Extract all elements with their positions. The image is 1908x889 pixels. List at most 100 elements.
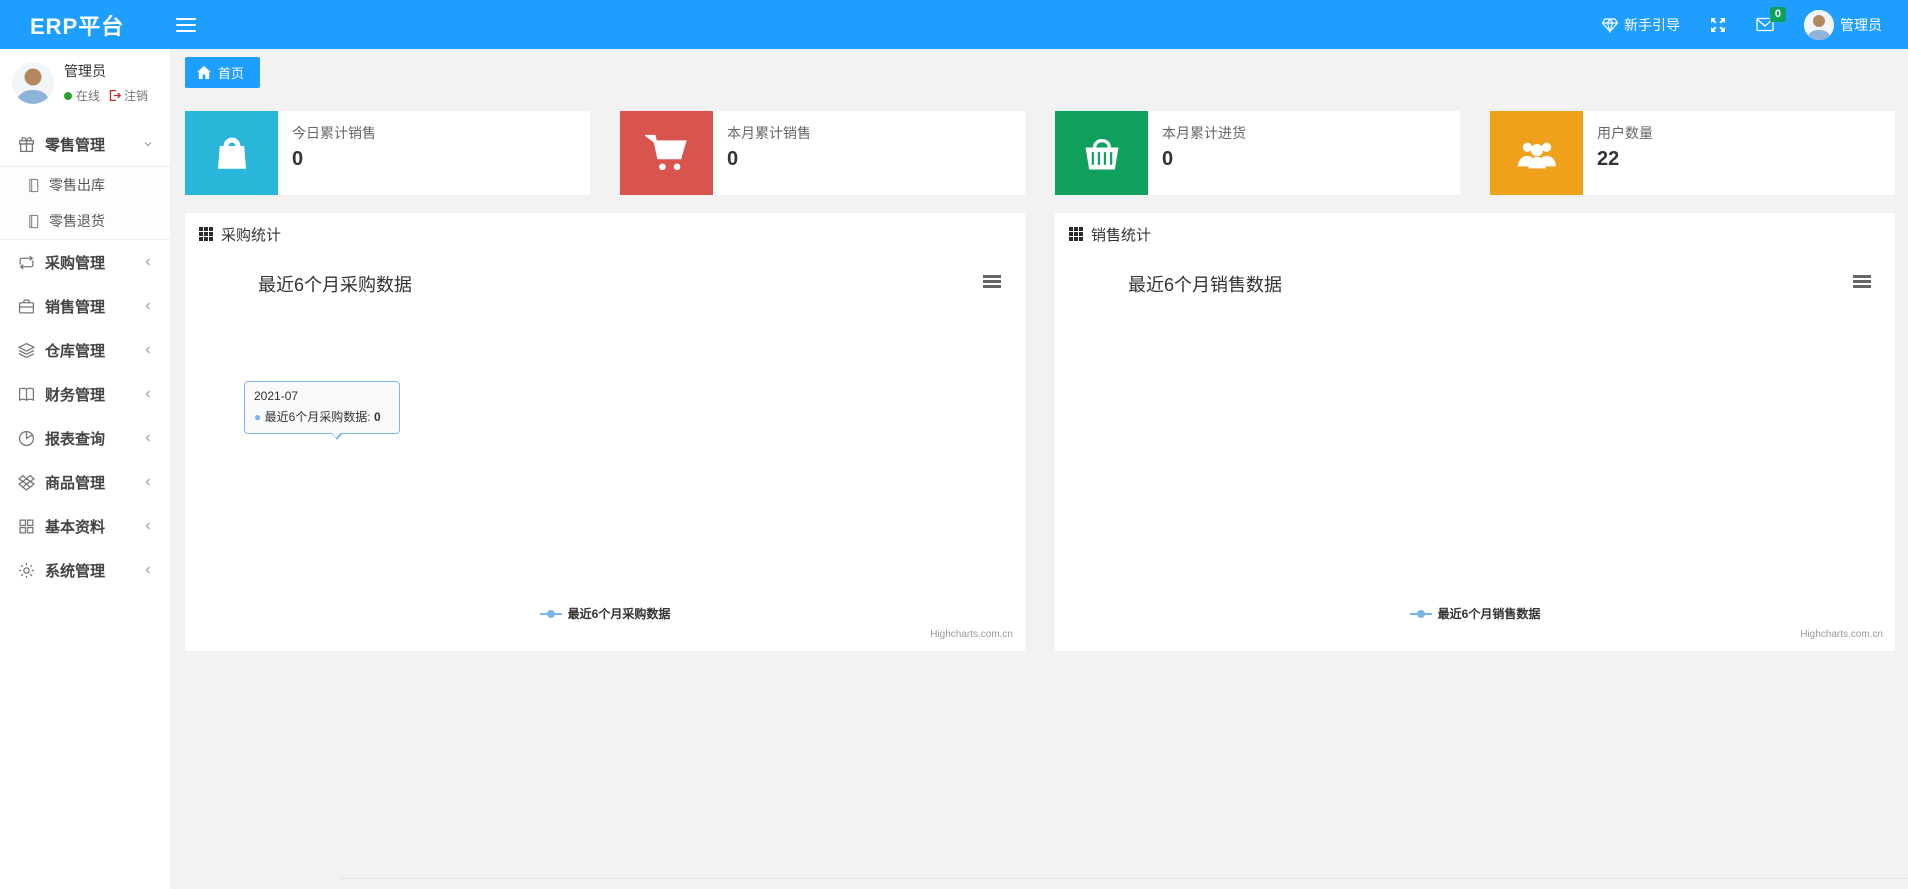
chevron-down-icon: [144, 142, 152, 147]
box-icon: [18, 474, 35, 491]
retail-submenu: 零售出库 零售退货: [0, 166, 170, 240]
grid-icon: [19, 518, 34, 534]
briefcase-icon: [18, 298, 35, 314]
card-month-purchase[interactable]: 本月累计进货 0: [1055, 111, 1460, 195]
card-today-sales[interactable]: 今日累计销售 0: [185, 111, 590, 195]
gift-icon: [18, 136, 35, 152]
user-menu[interactable]: 管理员: [1804, 9, 1882, 40]
card-title: 本月累计销售: [727, 125, 811, 141]
book-icon: [18, 387, 35, 401]
card-month-sales[interactable]: 本月累计销售 0: [620, 111, 1025, 195]
card-value: 0: [727, 148, 739, 170]
card-value: 0: [292, 148, 304, 170]
sidebar-menu: 零售管理 零售出库 零售退货 采购管理 销售管理 仓库管理 财务管理 报表查询 …: [0, 122, 170, 592]
chevron-left-icon: [145, 478, 150, 486]
legend-item[interactable]: 最近6个月销售数据: [1055, 605, 1895, 622]
purchase-chart: 最近6个月采购数据 0金额 (元)2021-072021-082021-0920…: [185, 255, 1025, 651]
sidebar-item-retail-outbound[interactable]: 零售出库: [0, 167, 170, 203]
sales-line-chart: 最近6个月销售数据 0金额 (元)2021-072021-082021-0920…: [1128, 275, 1282, 295]
card-value: 0: [1162, 148, 1174, 170]
sales-stats-panel: 销售统计 最近6个月销售数据 0金额 (元)2021-072021-082021…: [1055, 213, 1895, 651]
chevron-left-icon: [145, 258, 150, 266]
card-value: 22: [1597, 148, 1620, 170]
logout-icon: [109, 89, 122, 102]
stat-cards: 今日累计销售 0 本月累计销售 0 本月累计进货 0 用户数量 22: [185, 111, 1895, 195]
top-navbar: ERP平台 新手引导 0 管理员: [0, 0, 1908, 49]
panel-title: 销售统计: [1091, 226, 1152, 244]
online-status-dot: [64, 91, 72, 100]
highcharts-credit[interactable]: Highcharts.com.cn: [1800, 629, 1883, 640]
legend-label: 最近6个月销售数据: [1437, 607, 1541, 621]
breadcrumb: 首页: [170, 49, 1908, 88]
guide-label: 新手引导: [1624, 16, 1680, 33]
sidebar-item-purchase[interactable]: 采购管理: [0, 240, 170, 284]
fullscreen-icon: [1711, 17, 1725, 32]
chart-export-menu-icon[interactable]: [983, 273, 1001, 290]
tooltip-value: 0: [373, 410, 381, 424]
home-icon: [197, 66, 211, 79]
footer-divider: [340, 878, 1908, 879]
chart-title: 最近6个月销售数据: [1128, 275, 1282, 295]
sidebar-item-retail[interactable]: 零售管理: [0, 122, 170, 166]
purchase-stats-panel: 采购统计 最近6个月采购数据 0金额 (元)2021-072021-082021…: [185, 213, 1025, 651]
highcharts-credit[interactable]: Highcharts.com.cn: [930, 629, 1013, 640]
avatar: [1804, 9, 1834, 40]
legend-marker: [539, 609, 562, 618]
sidebar-avatar[interactable]: [12, 61, 54, 104]
sidebar-item-system[interactable]: 系统管理: [0, 548, 170, 592]
panel-title: 采购统计: [221, 226, 282, 244]
chevron-left-icon: [145, 302, 150, 310]
logout-button[interactable]: 注销: [108, 87, 148, 104]
pie-chart-icon: [18, 430, 35, 446]
main-content: 首页 今日累计销售 0 本月累计销售 0 本月累计进货 0 用户数量 22 采购…: [170, 49, 1908, 889]
file-icon: [29, 214, 39, 228]
mail-badge: 0: [1769, 7, 1786, 22]
online-label: 在线: [76, 89, 101, 103]
card-title: 今日累计销售: [292, 125, 376, 141]
th-grid-icon: [1069, 227, 1083, 241]
sidebar-item-goods[interactable]: 商品管理: [0, 460, 170, 504]
chevron-left-icon: [145, 434, 150, 442]
sidebar-toggle-icon[interactable]: [176, 14, 197, 36]
chevron-left-icon: [145, 390, 150, 398]
shopping-bag-icon: [217, 137, 246, 169]
series-marker-dot: ●: [254, 410, 262, 424]
chevron-left-icon: [145, 566, 150, 574]
legend-item[interactable]: 最近6个月采购数据: [185, 605, 1025, 622]
user-name: 管理员: [1840, 16, 1882, 33]
messages-button[interactable]: 0: [1756, 7, 1786, 32]
legend-label: 最近6个月采购数据: [567, 607, 671, 621]
gem-icon: [1602, 17, 1618, 33]
sidebar-item-sales[interactable]: 销售管理: [0, 284, 170, 328]
sidebar-item-finance[interactable]: 财务管理: [0, 372, 170, 416]
sidebar-user-panel: 管理员 在线 注销: [0, 49, 170, 118]
chevron-left-icon: [145, 522, 150, 530]
sidebar-user-name: 管理员: [64, 63, 106, 79]
chart-title: 最近6个月采购数据: [258, 275, 412, 295]
fullscreen-button[interactable]: [1710, 17, 1726, 33]
legend-marker: [1409, 609, 1432, 618]
tooltip-series: 最近6个月采购数据: [264, 410, 368, 424]
chart-tooltip: 2021-07 ● 最近6个月采购数据: 0: [244, 381, 400, 440]
chart-panels: 采购统计 最近6个月采购数据 0金额 (元)2021-072021-082021…: [185, 213, 1895, 651]
layers-icon: [18, 342, 35, 358]
file-icon: [29, 178, 39, 192]
users-icon: [1517, 142, 1556, 169]
chart-export-menu-icon[interactable]: [1853, 273, 1871, 290]
sidebar: 管理员 在线 注销 零售管理 零售出库 零售退货 采购管理 销售管理 仓库管理 …: [0, 49, 170, 889]
sales-chart: 最近6个月销售数据 0金额 (元)2021-072021-082021-0920…: [1055, 255, 1895, 651]
sidebar-item-warehouse[interactable]: 仓库管理: [0, 328, 170, 372]
card-title: 用户数量: [1597, 125, 1653, 141]
sidebar-item-reports[interactable]: 报表查询: [0, 416, 170, 460]
gear-icon: [19, 562, 34, 578]
app-logo[interactable]: ERP平台: [0, 9, 124, 41]
card-title: 本月累计进货: [1162, 125, 1246, 141]
sidebar-item-retail-return[interactable]: 零售退货: [0, 203, 170, 239]
basket-icon: [1085, 138, 1118, 170]
tab-home[interactable]: 首页: [185, 57, 261, 88]
sidebar-item-basic-data[interactable]: 基本资料: [0, 504, 170, 548]
tooltip-category: 2021-07: [254, 389, 299, 403]
card-user-count[interactable]: 用户数量 22: [1490, 111, 1895, 195]
guide-button[interactable]: 新手引导: [1602, 15, 1680, 35]
shopping-cart-icon: [644, 134, 687, 171]
